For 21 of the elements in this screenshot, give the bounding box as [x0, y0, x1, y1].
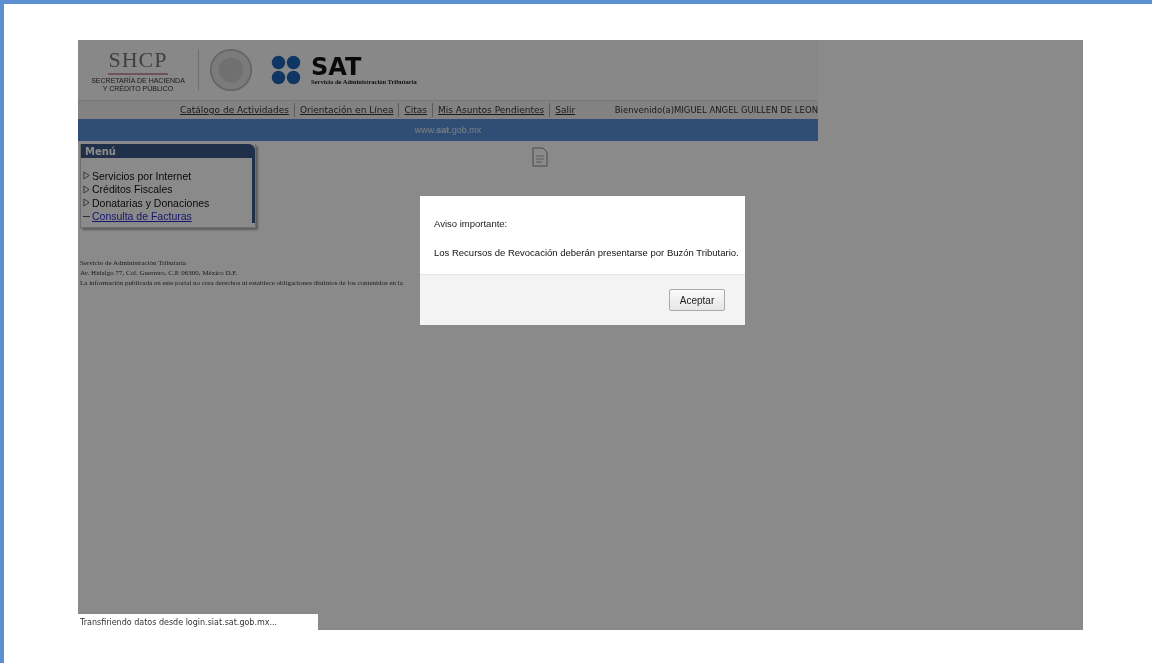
nav-link[interactable]: Mis Asuntos Pendientes [438, 105, 545, 115]
nav-link[interactable]: Salir [555, 105, 576, 115]
status-text: Transfiriendo datos desde login.siat.sat.gob.mx... [80, 617, 278, 627]
sat-logo-text: SAT [311, 55, 362, 78]
nav-link[interactable]: Orientación en Línea [300, 105, 394, 115]
menu-title: Menú [85, 145, 116, 157]
dialog-title: Aviso importante: [434, 218, 509, 229]
nav-link[interactable]: Citas [404, 105, 427, 115]
site-url: www.sat.gob.mx [414, 125, 482, 135]
nav-link[interactable]: Catálogo de Actividades [180, 105, 289, 115]
welcome-text: Bienvenido(a)MIGUEL ANGEL GUILLEN DE LEON [614, 105, 818, 115]
shcp-logo-text: SHCP [108, 47, 168, 75]
menu-item[interactable]: Servicios por Internet [92, 169, 192, 182]
menu-item[interactable]: Créditos Fiscales [92, 183, 173, 196]
sat-logo-icon [271, 55, 301, 85]
dialog-message: Los Recursos de Revocación deberán presentarse por Buzón Tributario. [434, 247, 740, 258]
accept-button[interactable]: Aceptar [669, 289, 725, 311]
seal-icon [209, 48, 253, 92]
document-icon [532, 147, 548, 167]
menu-item[interactable]: Donatarias y Donaciones [92, 196, 210, 209]
menu-item[interactable]: Consulta de Facturas [92, 210, 192, 223]
